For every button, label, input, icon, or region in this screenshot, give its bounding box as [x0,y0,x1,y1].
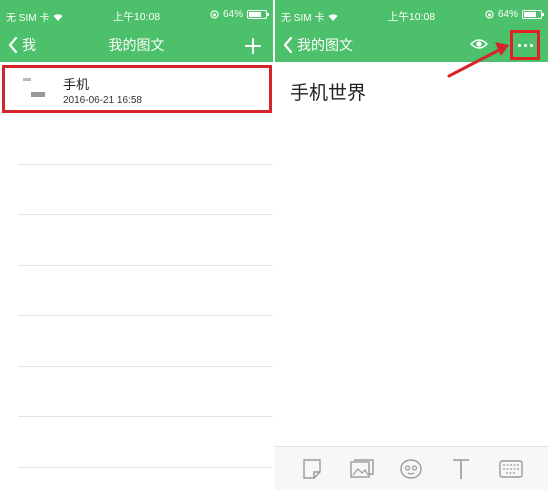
left-screen: 无 SIM 卡 上午10:08 64% 我 我的图文 手机 2016-06-21… [0,0,273,490]
orientation-lock-icon [485,10,494,19]
emoji-button[interactable] [398,456,424,482]
page-title: 我的图文 [108,37,165,53]
editor-toolbar [275,446,548,490]
orientation-lock-icon [210,10,219,19]
plus-icon [245,38,261,54]
item-title: 手机 [63,77,90,92]
chevron-left-icon [283,37,293,53]
more-icon [523,43,527,47]
more-icon [517,43,521,47]
back-label: 我的图文 [297,37,353,53]
battery-percent: 64% [497,9,518,20]
list-divider [18,265,273,266]
battery-icon [522,10,544,19]
list-divider [18,164,273,165]
keyboard-button[interactable] [498,456,524,482]
sticker-button[interactable] [299,456,325,482]
image-icon [349,458,374,478]
keyboard-icon [499,459,523,478]
list-divider [18,315,273,316]
image-button[interactable] [349,456,375,482]
text-button[interactable] [448,456,474,482]
item-date: 2016-06-21 16:58 [63,95,142,106]
article-thumbnail [23,78,45,97]
list-divider [18,366,273,367]
back-button[interactable]: 我的图文 [283,28,353,62]
list-item[interactable]: 手机 2016-06-21 16:58 [2,65,272,113]
list-divider [18,467,273,468]
sticker-icon [303,458,321,479]
battery-percent: 64% [222,9,243,20]
battery-icon [247,10,269,19]
list-divider [18,416,273,417]
status-bar: 无 SIM 卡 上午10:08 64% [0,0,273,28]
annotation-arrow [447,42,509,78]
status-bar: 无 SIM 卡 上午10:08 64% [275,0,548,28]
text-icon [453,458,470,479]
list-divider [18,214,273,215]
nav-bar: 我 我的图文 [0,28,273,62]
add-button[interactable] [245,30,261,60]
more-icon [529,43,533,47]
emoji-icon [400,458,423,479]
article-title[interactable]: 手机世界 [290,78,366,105]
